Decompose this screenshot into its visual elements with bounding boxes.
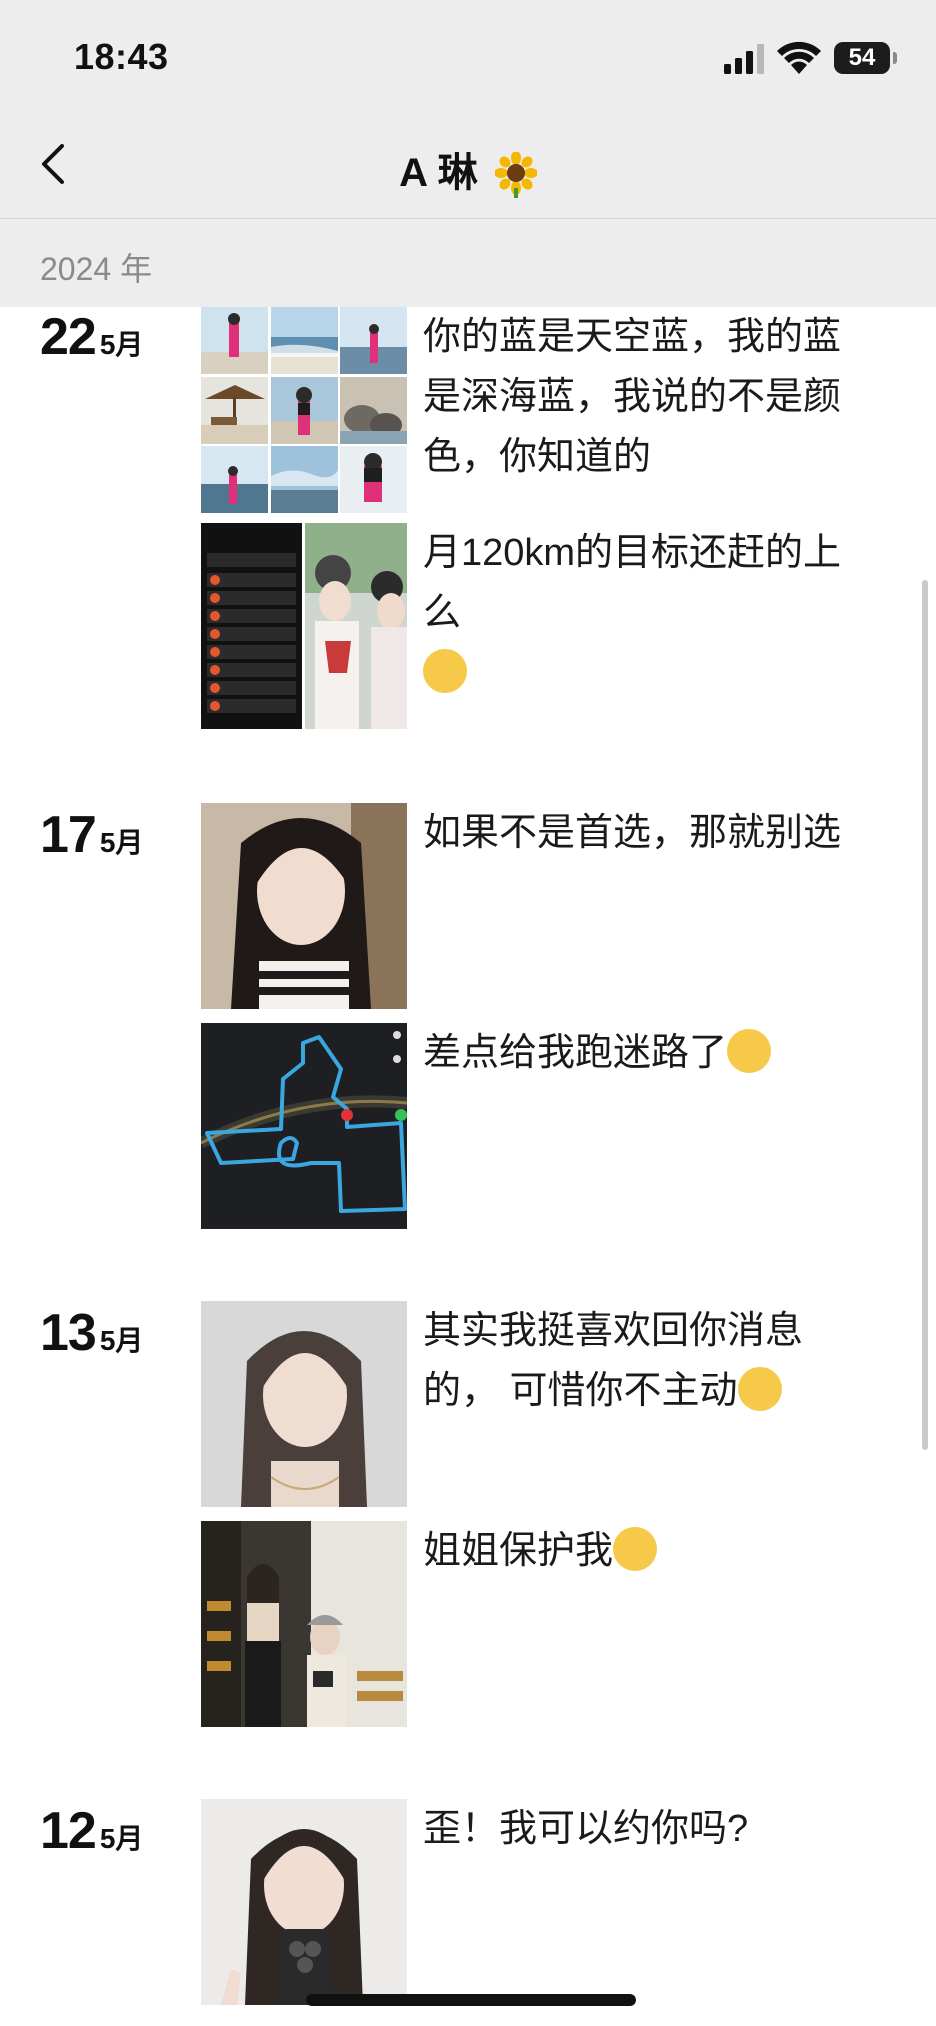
navigation-header: 18:43 54 A 琳: [0, 0, 936, 218]
crying-laughing-emoji-icon: [727, 1028, 772, 1073]
post-caption: 月120km的目标还赶的上么: [423, 523, 843, 703]
post-caption: 歪！我可以约你吗?: [423, 1808, 749, 1850]
photo-thumbnail[interactable]: [270, 307, 338, 374]
month-label: 5月: [99, 827, 144, 858]
cellular-signal-icon: [724, 44, 764, 74]
photo-thumbnail[interactable]: [201, 523, 407, 729]
post-caption: 差点给我跑迷路了: [423, 1023, 843, 1083]
photo-thumbnail[interactable]: [201, 1799, 407, 2005]
scrollbar[interactable]: [922, 580, 928, 1450]
photo-thumbnail[interactable]: [201, 803, 407, 1009]
moments-album-page: 18:43 54 A 琳 2024 年 22 5月 你的蓝是天空蓝，我的蓝是深海…: [0, 0, 936, 2026]
photo-thumbnail[interactable]: [201, 307, 268, 374]
moment-post[interactable]: 月120km的目标还赶的上么: [201, 523, 841, 729]
day-number: 13: [40, 1304, 97, 1362]
post-caption-text: 月120km的目标还赶的上么: [423, 532, 842, 634]
post-caption: 其实我挺喜欢回你消息的， 可惜你不主动: [423, 1301, 843, 1421]
moment-post[interactable]: 其实我挺喜欢回你消息的， 可惜你不主动: [201, 1301, 841, 1507]
photo-thumbnail[interactable]: [201, 376, 268, 444]
photo-thumbnail[interactable]: [201, 446, 268, 513]
date-label: 12 5月: [40, 1801, 143, 1861]
day-number: 22: [40, 308, 97, 366]
month-label: 5月: [99, 1325, 144, 1356]
page-title: A 琳: [0, 140, 936, 199]
photo-thumbnail[interactable]: [340, 446, 407, 513]
moment-post[interactable]: 歪！我可以约你吗?: [201, 1799, 841, 2005]
day-number: 12: [40, 1802, 97, 1860]
laughing-emoji-icon: [423, 648, 467, 693]
post-caption: 你的蓝是天空蓝，我的蓝是深海蓝，我说的不是颜色，你知道的: [423, 316, 842, 478]
post-caption-text: 差点给我跑迷路了: [423, 1032, 728, 1074]
status-time: 18:43: [74, 36, 169, 77]
moment-post[interactable]: 你的蓝是天空蓝，我的蓝是深海蓝，我说的不是颜色，你知道的: [201, 307, 841, 513]
photo-thumbnail[interactable]: [201, 1023, 407, 1229]
winking-emoji-icon: [737, 1366, 782, 1411]
year-label: 2024 年: [40, 251, 153, 287]
photo-thumbnail[interactable]: [270, 376, 338, 444]
wifi-icon: [777, 41, 821, 74]
moment-post[interactable]: 姐姐保护我: [201, 1521, 841, 1727]
photo-thumbnail[interactable]: [270, 446, 338, 513]
sunflower-icon: [494, 152, 537, 199]
battery-icon: 54: [834, 42, 897, 74]
photo-thumbnail[interactable]: [201, 1301, 407, 1507]
home-indicator[interactable]: [306, 1994, 636, 2006]
timeline-list[interactable]: 22 5月 你的蓝是天空蓝，我的蓝是深海蓝，我说的不是颜色，你知道的 月120k…: [0, 307, 936, 2026]
tongue-out-emoji-icon: [613, 1526, 658, 1571]
day-number: 17: [40, 806, 97, 864]
moment-post[interactable]: 差点给我跑迷路了: [201, 1023, 841, 1229]
photo-grid[interactable]: [201, 307, 407, 513]
post-caption: 如果不是首选，那就别选: [423, 812, 842, 854]
post-caption: 姐姐保护我: [423, 1521, 843, 1581]
month-label: 5月: [99, 1823, 144, 1854]
date-label: 17 5月: [40, 805, 143, 865]
photo-thumbnail[interactable]: [201, 1521, 407, 1727]
photo-thumbnail[interactable]: [340, 376, 407, 444]
date-label: 22 5月: [40, 307, 143, 367]
post-caption-text: 姐姐保护我: [423, 1530, 614, 1572]
photo-thumbnail[interactable]: [340, 307, 407, 374]
moment-post[interactable]: 如果不是首选，那就别选: [201, 803, 841, 1009]
page-title-text: A 琳: [399, 151, 478, 195]
date-label: 13 5月: [40, 1303, 143, 1363]
month-label: 5月: [99, 329, 144, 360]
